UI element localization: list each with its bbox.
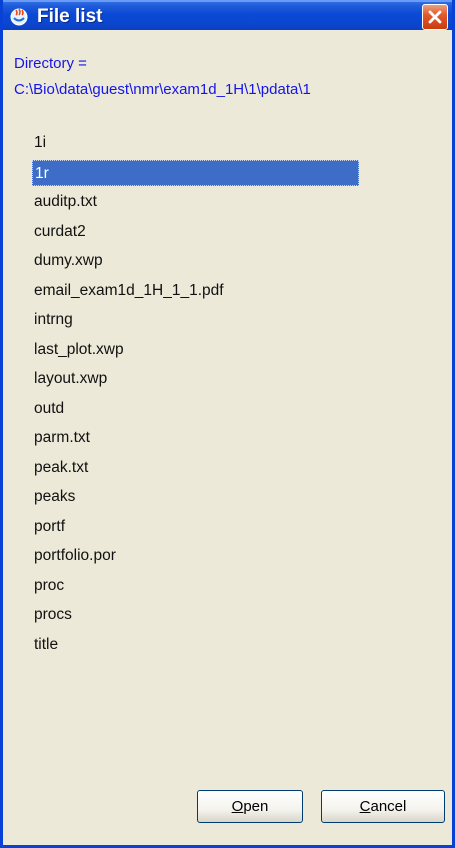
file-item[interactable]: peak.txt [32,453,362,483]
file-item[interactable]: 1i [32,128,362,158]
file-item[interactable]: proc [32,571,362,601]
file-item[interactable]: portfolio.por [32,541,362,571]
window-title: File list [37,6,103,27]
file-item[interactable]: email_exam1d_1H_1_1.pdf [32,276,362,306]
file-item[interactable]: portf [32,512,362,542]
open-label-rest: pen [243,798,269,815]
file-item[interactable]: 1r [32,159,359,186]
cancel-button[interactable]: Cancel [321,790,445,823]
file-item[interactable]: intrng [32,305,362,335]
file-item[interactable]: parm.txt [32,423,362,453]
directory-path: C:\Bio\data\guest\nmr\exam1d_1H\1\pdata\… [14,81,311,98]
file-item[interactable]: peaks [32,482,362,512]
cancel-label-rest: ancel [370,798,407,815]
file-list-dialog: File list Directory = C:\Bio\data\guest\… [0,0,455,848]
file-item[interactable]: title [32,630,362,660]
directory-label: Directory = [14,55,87,72]
file-item[interactable]: last_plot.xwp [32,335,362,365]
java-coffee-icon [10,8,28,26]
file-item[interactable]: dumy.xwp [32,246,362,276]
open-mnemonic: O [231,798,244,815]
file-list[interactable]: 1i 1r auditp.txt curdat2 dumy.xwp email_exam1… [32,128,362,659]
open-button[interactable]: Open [197,790,303,823]
close-icon [428,10,442,24]
file-item[interactable]: layout.xwp [32,364,362,394]
file-item[interactable]: curdat2 [32,217,362,247]
title-bar[interactable]: File list [3,0,452,30]
file-item[interactable]: outd [32,394,362,424]
file-item[interactable]: auditp.txt [32,187,362,217]
cancel-mnemonic: C [359,798,371,815]
file-item[interactable]: procs [32,600,362,630]
close-button[interactable] [422,4,448,30]
